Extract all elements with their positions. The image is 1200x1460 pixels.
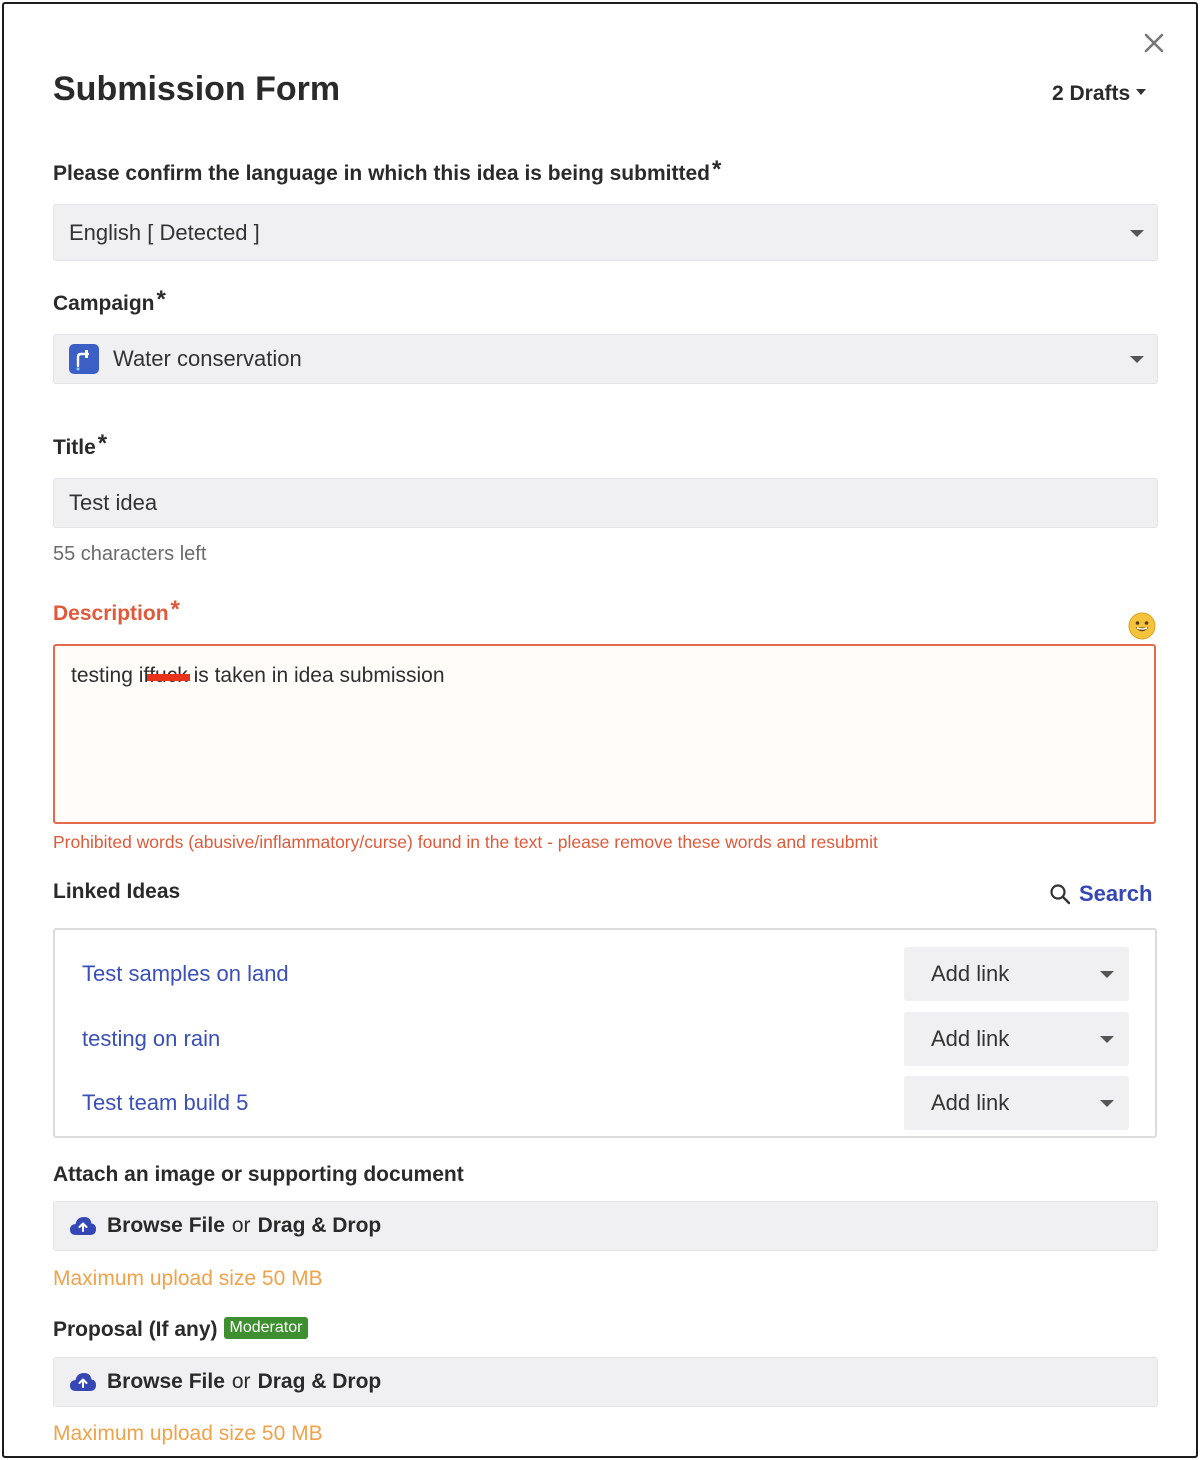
proposal-upload[interactable]: Browse File or Drag & Drop <box>53 1357 1158 1407</box>
drag-drop-label: Drag & Drop <box>257 1214 382 1237</box>
characters-left: 55 characters left <box>53 543 207 565</box>
cloud-upload-icon <box>69 1372 97 1392</box>
linked-idea-link[interactable]: Test team build 5 <box>82 1090 248 1116</box>
add-link-dropdown[interactable]: Add link <box>904 947 1129 1001</box>
language-label-text: Please confirm the language in which thi… <box>53 162 710 185</box>
description-label: Description* <box>53 596 180 630</box>
chevron-down-icon <box>1130 356 1144 363</box>
or-label: or <box>231 1370 251 1393</box>
title-input[interactable]: Test idea <box>53 478 1158 528</box>
proposal-max-size: Maximum upload size 50 MB <box>53 1422 323 1445</box>
language-value: English [ Detected ] <box>69 219 260 245</box>
browse-file-label: Browse File <box>107 1214 225 1237</box>
drag-drop-label: Drag & Drop <box>257 1370 382 1393</box>
chevron-down-icon <box>1130 229 1144 237</box>
title-value: Test idea <box>69 490 158 515</box>
description-text-after: is taken in idea submission <box>187 664 445 687</box>
add-link-label: Add link <box>931 1090 1010 1115</box>
attachment-max-size: Maximum upload size 50 MB <box>53 1267 323 1290</box>
required-mark: * <box>711 156 722 183</box>
browse-file-label: Browse File <box>107 1370 225 1393</box>
emoji-icon[interactable] <box>1128 612 1156 640</box>
linked-idea-link[interactable]: Test samples on land <box>82 961 289 987</box>
required-mark: * <box>97 430 108 457</box>
caret-down-icon <box>1136 89 1147 96</box>
add-link-dropdown[interactable]: Add link <box>904 1076 1129 1130</box>
moderator-badge: Moderator <box>223 1317 309 1339</box>
language-select[interactable]: English [ Detected ] <box>53 204 1158 261</box>
search-button[interactable]: Search <box>1049 881 1152 907</box>
page-title: Submission Form <box>53 70 341 108</box>
campaign-value: Water conservation <box>113 346 302 371</box>
campaign-select[interactable]: Water conservation <box>53 334 1158 384</box>
description-label-text: Description <box>53 602 169 625</box>
redacted-word: fuck <box>147 664 190 687</box>
close-icon[interactable] <box>1141 30 1167 56</box>
linked-ideas-label: Linked Ideas <box>53 880 181 903</box>
cloud-upload-icon <box>69 1216 97 1236</box>
chevron-down-icon <box>1100 971 1114 978</box>
title-label-text: Title <box>53 436 96 459</box>
faucet-icon <box>69 344 99 374</box>
description-textarea[interactable]: testing iffuck is taken in idea submissi… <box>53 644 1156 824</box>
chevron-down-icon <box>1100 1036 1114 1043</box>
add-link-dropdown[interactable]: Add link <box>904 1012 1129 1066</box>
search-label: Search <box>1079 881 1153 906</box>
proposal-label: Proposal (If any) Moderator <box>53 1317 309 1343</box>
campaign-label-text: Campaign <box>53 292 155 315</box>
chevron-down-icon <box>1100 1100 1114 1107</box>
add-link-label: Add link <box>931 961 1010 986</box>
title-label: Title* <box>53 430 107 464</box>
language-label: Please confirm the language in which thi… <box>53 156 721 190</box>
proposal-label-text: Proposal (If any) <box>53 1318 218 1341</box>
required-mark: * <box>170 596 180 623</box>
required-mark: * <box>156 286 166 313</box>
campaign-label: Campaign* <box>53 286 166 320</box>
attachment-upload[interactable]: Browse File or Drag & Drop <box>53 1201 1158 1251</box>
drafts-label: 2 Drafts <box>1052 82 1131 105</box>
submission-form-modal: Submission Form 2 Drafts Please confirm … <box>2 2 1198 1458</box>
description-text-before: testing if <box>71 664 150 687</box>
or-label: or <box>231 1214 251 1237</box>
add-link-label: Add link <box>931 1026 1010 1051</box>
search-icon <box>1049 883 1071 905</box>
linked-ideas-list: Test samples on land Add link testing on… <box>53 928 1157 1138</box>
drafts-dropdown[interactable]: 2 Drafts <box>1052 82 1147 106</box>
prohibited-words-error: Prohibited words (abusive/inflammatory/c… <box>53 832 878 852</box>
attachment-label: Attach an image or supporting document <box>53 1163 464 1186</box>
linked-idea-link[interactable]: testing on rain <box>82 1026 220 1052</box>
